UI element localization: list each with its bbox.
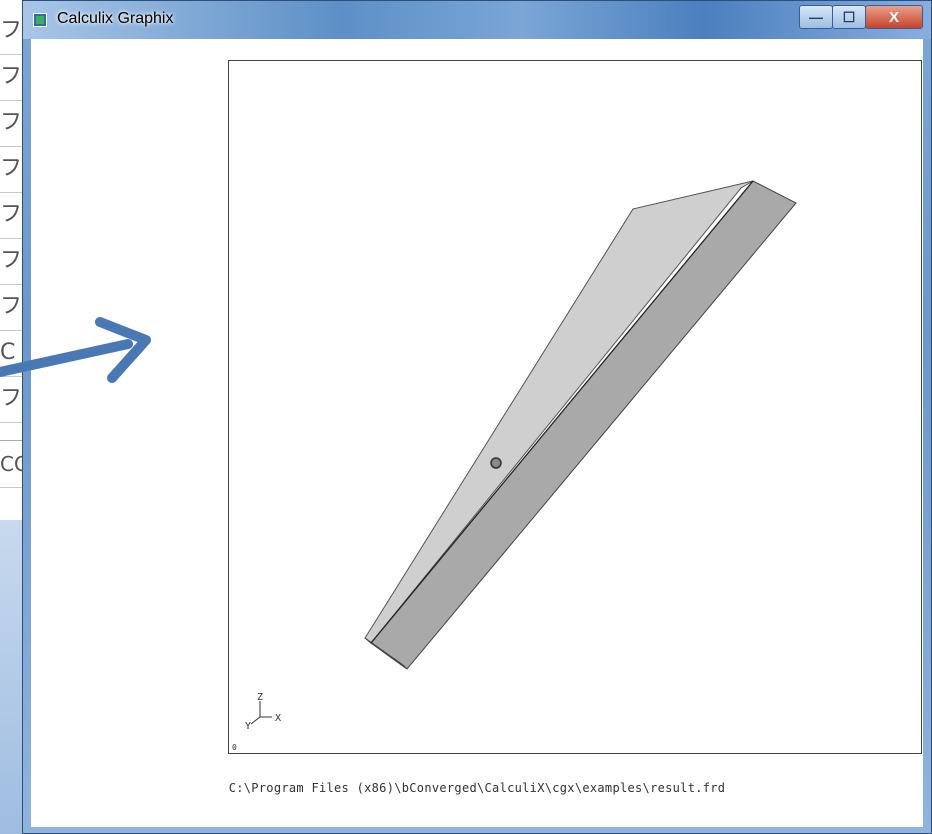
maximize-button[interactable]: ☐ [832, 5, 866, 29]
window-title: Calculix Graphix [57, 10, 174, 27]
axis-x-label: X [275, 713, 281, 724]
node-marker [490, 457, 502, 469]
client-area: Z X Y 0 C:\Program Files (x86)\bConverge… [31, 39, 923, 827]
file-path-label: C:\Program Files (x86)\bConverged\Calcul… [228, 781, 726, 795]
app-icon [33, 13, 47, 27]
calculix-window[interactable]: Calculix Graphix — ☐ X Z X Y 0 C:\Progra… [22, 0, 932, 834]
axis-triad-icon [250, 701, 272, 725]
model-render: Z X Y [245, 180, 797, 732]
graphics-viewport[interactable]: Z X Y 0 [228, 60, 922, 754]
close-button[interactable]: X [865, 5, 923, 29]
beam-edge [370, 180, 754, 644]
viewport-corner-label: 0 [232, 743, 237, 752]
annotation-arrow-icon [0, 317, 151, 383]
window-controls: — ☐ X [799, 5, 923, 31]
axis-z-label: Z [257, 692, 263, 703]
beam-top-face [364, 180, 754, 644]
axis-y-label: Y [245, 721, 251, 732]
beam-side-face [370, 180, 797, 670]
title-bar[interactable]: Calculix Graphix — ☐ X [23, 1, 931, 39]
minimize-button[interactable]: — [799, 5, 833, 29]
